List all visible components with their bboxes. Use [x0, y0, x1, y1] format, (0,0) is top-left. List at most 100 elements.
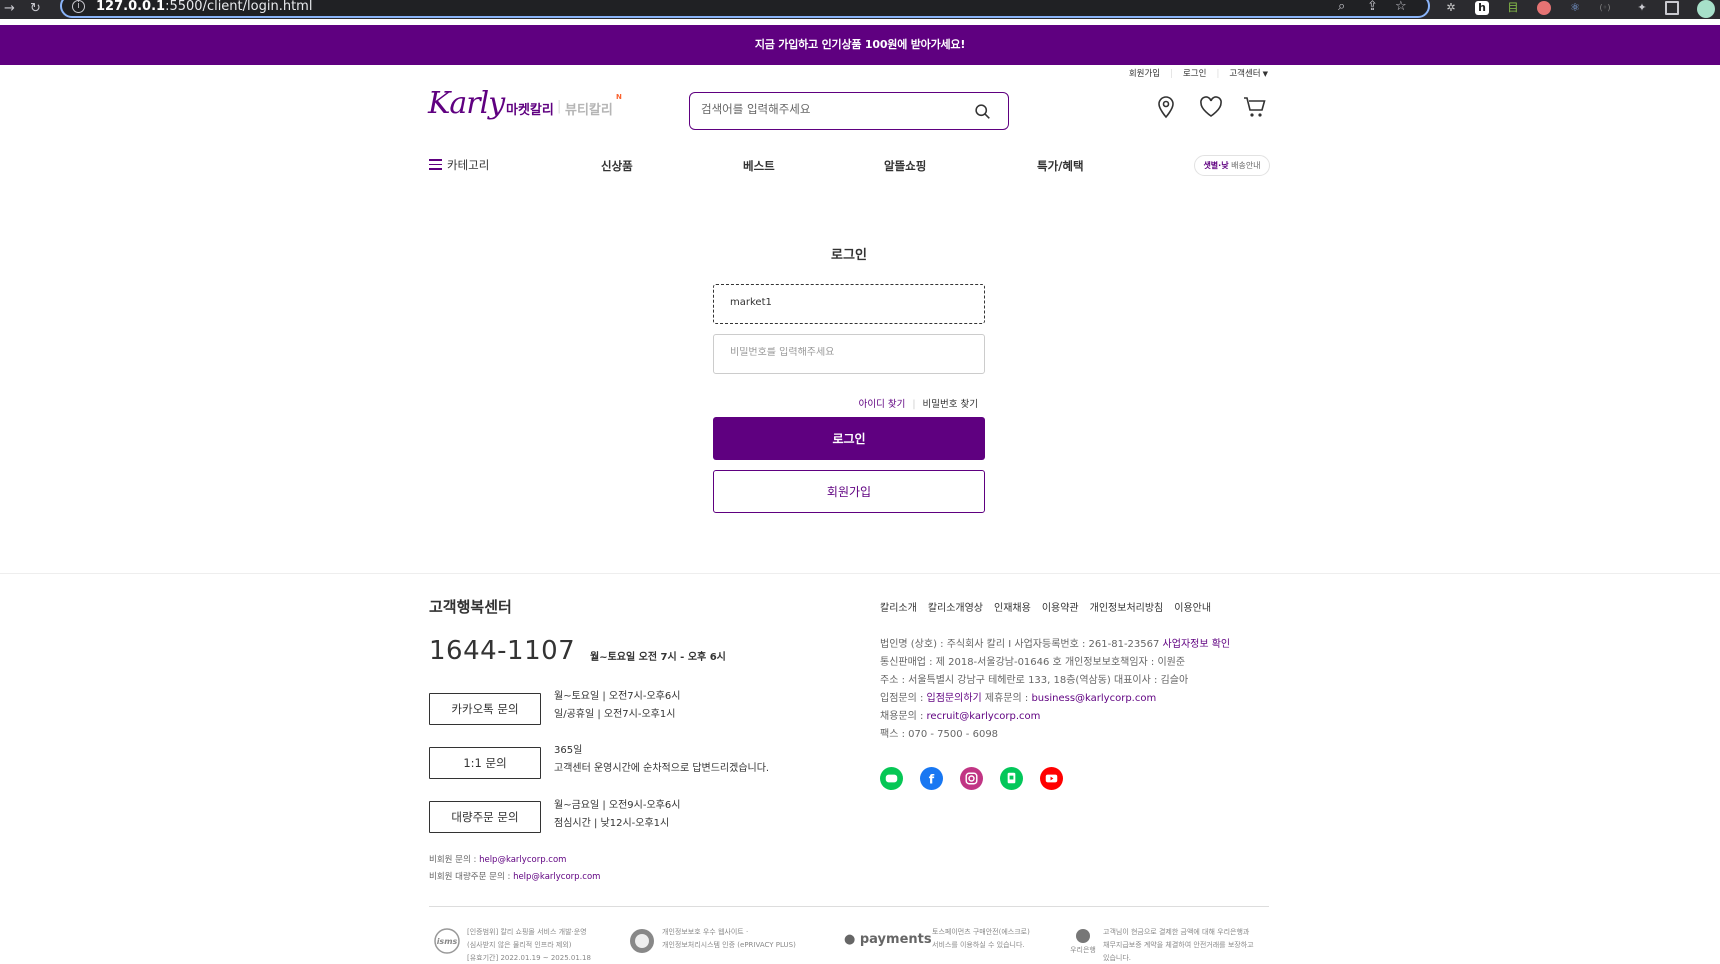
util-login-link[interactable]: 로그인 [1183, 67, 1206, 79]
youtube-icon[interactable] [1040, 767, 1063, 790]
extension-gear-icon[interactable]: ✲ [1444, 1, 1458, 15]
cert-line: 개인정보보호 우수 웹사이트 · [662, 928, 749, 936]
location-pin-icon[interactable] [1153, 94, 1179, 120]
gnb-new-products[interactable]: 신상품 [601, 158, 633, 174]
mail-link[interactable]: help@karlycorp.com [513, 872, 600, 882]
mail-link[interactable]: help@karlycorp.com [479, 855, 566, 865]
svg-text:f: f [929, 771, 935, 786]
bank-name: 우리은행 [1070, 946, 1096, 954]
footer-divider [0, 573, 1720, 574]
bulk-order-inquiry-button[interactable]: 대량주문 문의 [429, 801, 541, 833]
partnership-email-link[interactable]: business@karlycorp.com [1031, 693, 1156, 704]
footer-link-guide[interactable]: 이용안내 [1174, 603, 1211, 614]
divider: | [557, 99, 562, 114]
delivery-suffix: 배송안내 [1228, 161, 1261, 170]
site-info-icon[interactable]: i [72, 0, 85, 13]
join-button[interactable]: 회원가입 [713, 470, 985, 513]
facebook-icon[interactable]: f [920, 767, 943, 790]
isms-certification-logo: isms [434, 928, 460, 954]
line-sns-icon[interactable] [880, 767, 903, 790]
karly-logo[interactable]: Karly [428, 86, 505, 121]
delivery-prefix: 샛별·낮 [1203, 161, 1229, 170]
cert-line: 서비스를 이용하실 수 있습니다. [932, 941, 1025, 949]
bulk-order-hours: 월~금요일 | 오전9시-오후6시점심시간 | 낮12시-오후1시 [554, 797, 680, 833]
login-button[interactable]: 로그인 [713, 417, 985, 460]
info-line: 채용문의 : recruit@karlycorp.com [880, 708, 1230, 726]
footer-link-careers[interactable]: 인재채용 [994, 603, 1031, 614]
eprivacy-logo [630, 929, 654, 953]
id-input[interactable] [730, 297, 970, 308]
tab-market-kurly[interactable]: 마켓칼리 [506, 99, 554, 118]
hours-line: 일/공휴일 | 오전7시-오후1시 [554, 709, 676, 720]
business-info-link[interactable]: 사업자정보 확인 [1163, 639, 1231, 650]
company-info: 법인명 (상호) : 주식회사 칼리 I 사업자등록번호 : 261-81-23… [880, 636, 1230, 744]
extension-compass-icon[interactable] [1537, 1, 1551, 15]
promo-banner[interactable]: 지금 가입하고 인기상품 100원에 받아가세요! [0, 25, 1720, 65]
footer-link-video[interactable]: 칼리소개영상 [928, 603, 983, 614]
util-signup-link[interactable]: 회원가입 [1129, 67, 1160, 79]
profile-avatar[interactable] [1697, 0, 1715, 18]
back-icon[interactable]: → [4, 0, 15, 19]
util-customer-center-link[interactable]: 고객센터 ▼ [1229, 67, 1268, 79]
info-line: 법인명 (상호) : 주식회사 칼리 I 사업자등록번호 : 261-81-23… [880, 636, 1230, 654]
password-input[interactable] [730, 347, 970, 358]
footer-links: 칼리소개 칼리소개영상 인재채용 이용약관 개인정보처리방침 이용안내 [880, 599, 1222, 614]
divider: | [912, 399, 916, 410]
gnb-special-offers[interactable]: 특가/혜택 [1037, 158, 1084, 174]
new-badge: N [616, 93, 622, 101]
id-field [713, 284, 985, 324]
info-text: 제휴문의 : [981, 693, 1032, 704]
footer-link-privacy[interactable]: 개인정보처리방침 [1090, 603, 1164, 614]
reload-icon[interactable]: ↻ [30, 0, 41, 19]
recruit-email-link[interactable]: recruit@karlycorp.com [927, 711, 1041, 722]
cert-line: (심사받지 않은 물리적 인프라 제외) [467, 941, 572, 949]
instagram-icon[interactable] [960, 767, 983, 790]
info-text: 채용문의 : [880, 711, 927, 722]
bookmark-star-icon[interactable]: ☆ [1395, 0, 1407, 14]
bank-cert-text: 고객님이 현금으로 결제한 금액에 대해 우리은행과채무지급보증 계약을 체결하… [1103, 926, 1254, 964]
page-title: 로그인 [831, 248, 867, 263]
info-line: 입점문의 : 입점문의하기 제휴문의 : business@karlycorp.… [880, 690, 1230, 708]
share-icon[interactable]: ⇪ [1367, 0, 1378, 14]
store-inquiry-link[interactable]: 입점문의하기 [927, 693, 982, 704]
heart-icon[interactable] [1198, 94, 1224, 120]
hours-line: 월~토요일 | 오전7시-오후6시 [554, 691, 681, 702]
kakaotalk-inquiry-button[interactable]: 카카오톡 문의 [429, 693, 541, 725]
woori-bank-logo: 우리은행 [1066, 929, 1100, 955]
cert-line: 채무지급보증 계약을 체결하여 안전거래를 보장하고 [1103, 941, 1254, 949]
gnb-best[interactable]: 베스트 [743, 158, 775, 174]
extension-dim-icon[interactable]: (◦) [1598, 1, 1612, 15]
extension-ladder-icon[interactable]: 目 [1506, 1, 1520, 15]
footer-link-terms[interactable]: 이용약관 [1042, 603, 1079, 614]
search-icon[interactable] [974, 103, 991, 120]
address-bar[interactable]: i 127.0.0.1:5500/client/login.html ⌕ ⇪ ☆ [60, 0, 1430, 18]
cert-line: 고객님이 현금으로 결제한 금액에 대해 우리은행과 [1103, 928, 1250, 936]
svg-text:isms: isms [437, 937, 458, 946]
gnb-budget-shopping[interactable]: 알뜰쇼핑 [884, 158, 926, 174]
find-id-link[interactable]: 아이디 찾기 [859, 399, 906, 410]
naver-blog-icon[interactable] [1000, 767, 1023, 790]
extension-h-icon[interactable]: h [1475, 1, 1489, 15]
one-to-one-inquiry-button[interactable]: 1:1 문의 [429, 747, 541, 779]
hours-line: 월~금요일 | 오전9시-오후6시 [554, 800, 681, 811]
search-input[interactable] [701, 102, 961, 116]
one-to-one-hours: 365일 고객센터 운영시간에 순차적으로 답변드리겠습니다. [554, 742, 769, 778]
zoom-icon[interactable]: ⌕ [1338, 0, 1345, 14]
footer-divider [429, 906, 1269, 907]
delivery-info-button[interactable]: 샛별·낮 배송안내 [1194, 155, 1270, 176]
sidepanel-icon[interactable] [1665, 1, 1679, 15]
tab-beauty-kurly[interactable]: 뷰티칼리 [565, 99, 613, 118]
payments-cert-text: 토스페이먼츠 구매안전(에스크로) 서비스를 이용하실 수 있습니다. [932, 926, 1030, 952]
extension-react-icon[interactable]: ⚛ [1568, 1, 1582, 15]
find-password-link[interactable]: 비밀번호 찾기 [923, 399, 978, 410]
customer-center-phone: 1644-1107 [429, 636, 576, 666]
hours-line: 점심시간 | 낮12시-오후1시 [554, 818, 670, 829]
phone-hours: 월~토요일 오전 7시 - 오후 6시 [590, 652, 726, 663]
divider: | [1170, 69, 1173, 79]
cert-line: [유효기간] 2022.01.19 ~ 2025.01.18 [467, 954, 591, 962]
footer-link-about[interactable]: 칼리소개 [880, 603, 917, 614]
extensions-puzzle-icon[interactable]: ✦ [1635, 1, 1649, 15]
search-box [689, 92, 1009, 130]
gnb-category[interactable]: 카테고리 [429, 157, 489, 173]
cart-icon[interactable] [1242, 94, 1268, 120]
